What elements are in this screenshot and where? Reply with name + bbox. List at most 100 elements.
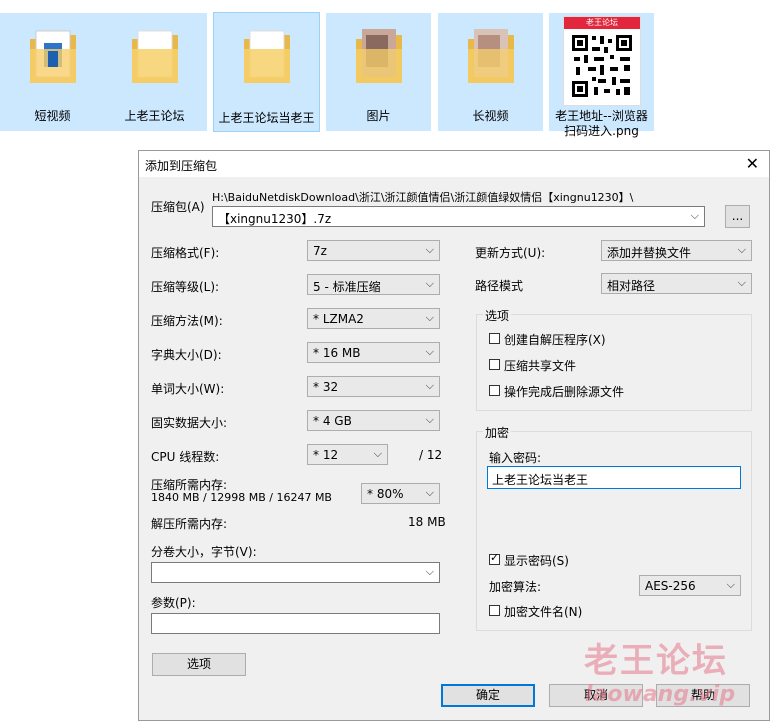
file-name: 短视频 — [34, 109, 71, 123]
solid-label: 固实数据大小: — [151, 416, 228, 430]
chevron-down-icon: ⌵ — [425, 413, 434, 426]
dict-label: 字典大小(D): — [151, 348, 222, 362]
chevron-down-icon: ⌵ — [425, 277, 434, 290]
level-select[interactable]: 5 - 标准压缩 ⌵ — [307, 274, 440, 295]
volume-label: 分卷大小，字节(V): — [151, 545, 257, 559]
qr-caption: 老王论坛 — [564, 17, 640, 29]
params-input[interactable] — [151, 613, 440, 634]
sfx-label: 创建自解压程序(X) — [504, 333, 606, 347]
encrypt-names-checkbox[interactable] — [489, 605, 500, 616]
sfx-checkbox[interactable] — [489, 333, 500, 344]
chevron-down-icon: ⌵ — [425, 243, 434, 256]
method-value: * LZMA2 — [313, 312, 364, 326]
solid-value: * 4 GB — [313, 414, 352, 428]
format-label: 压缩格式(F): — [151, 246, 220, 260]
archive-name-value: 【xingnu1230】.7z — [218, 212, 332, 226]
delete-after-checkbox[interactable] — [489, 385, 500, 396]
folder-photo-icon — [468, 29, 514, 83]
file-item[interactable]: 老王论坛 老王地址--浏览器扫码进入.png — [549, 13, 654, 138]
enc-method-select[interactable]: AES-256 ⌵ — [639, 575, 741, 596]
level-value: 5 - 标准压缩 — [313, 280, 381, 294]
mem-decompress-label: 解压所需内存: — [151, 517, 228, 531]
cpu-label: CPU 线程数: — [151, 450, 220, 464]
params-label: 参数(P): — [151, 596, 196, 610]
chevron-down-icon: ⌵ — [373, 447, 382, 460]
chevron-down-icon: ⌵ — [726, 578, 735, 591]
file-item-selected[interactable]: 上老王论坛当老王 — [213, 12, 320, 132]
ok-button[interactable]: 确定 — [441, 684, 535, 707]
shared-checkbox[interactable] — [489, 359, 500, 370]
folder-icon — [244, 30, 290, 83]
file-name: 图片 — [366, 109, 391, 123]
file-item[interactable]: 短视频 — [0, 13, 105, 131]
file-name: 上老王论坛当老王 — [218, 111, 315, 125]
volume-combobox[interactable]: ⌵ — [151, 562, 440, 583]
encrypt-names-label: 加密文件名(N) — [504, 605, 583, 619]
options-group: 选项 创建自解压程序(X) 压缩共享文件 操作完成后删除源文件 — [476, 307, 752, 411]
archive-name-combobox[interactable]: 【xingnu1230】.7z ⌵ — [212, 206, 705, 227]
mem-compress-value: 1840 MB / 12998 MB / 16247 MB — [151, 491, 332, 504]
update-label: 更新方式(U): — [475, 246, 546, 260]
encryption-group-title: 加密 — [483, 424, 512, 441]
qr-code-icon — [570, 33, 634, 99]
path-mode-label: 路径模式 — [475, 279, 524, 293]
chevron-down-icon: ⌵ — [425, 486, 434, 499]
dict-value: * 16 MB — [313, 346, 361, 360]
cpu-value: * 12 — [313, 448, 339, 462]
level-label: 压缩等级(L): — [151, 280, 220, 294]
chevron-down-icon: ⌵ — [737, 243, 746, 256]
dict-select[interactable]: * 16 MB ⌵ — [307, 342, 440, 363]
path-mode-value: 相对路径 — [607, 279, 656, 293]
delete-after-label: 操作完成后删除源文件 — [504, 385, 625, 399]
qr-code-image: 老王论坛 — [563, 16, 641, 106]
chevron-down-icon: ⌵ — [425, 379, 434, 392]
close-icon[interactable]: ✕ — [746, 154, 759, 173]
password-label: 输入密码: — [489, 451, 542, 465]
update-value: 添加并替换文件 — [607, 246, 692, 260]
word-label: 单词大小(W): — [151, 382, 225, 396]
file-name: 上老王论坛 — [124, 109, 185, 123]
mem-decompress-value: 18 MB — [408, 515, 446, 529]
watermark-url: laowang.vip — [585, 682, 736, 707]
browse-button[interactable]: ... — [725, 205, 750, 228]
file-item[interactable]: 上老王论坛 — [102, 13, 207, 131]
method-select[interactable]: * LZMA2 ⌵ — [307, 308, 440, 329]
archive-label: 压缩包(A) — [151, 200, 205, 214]
options-group-title: 选项 — [483, 307, 512, 324]
password-input[interactable]: 上老王论坛当老王 — [487, 466, 741, 489]
chevron-down-icon: ⌵ — [425, 565, 434, 578]
dialog-title: 添加到压缩包 — [145, 159, 218, 173]
enc-method-value: AES-256 — [645, 579, 696, 593]
word-select[interactable]: * 32 ⌵ — [307, 376, 440, 397]
chevron-down-icon: ⌵ — [425, 311, 434, 324]
file-item[interactable]: 图片 — [326, 13, 431, 131]
cpu-total: / 12 — [419, 448, 443, 462]
file-name: 长视频 — [472, 109, 509, 123]
chevron-down-icon: ⌵ — [737, 276, 746, 289]
watermark-logo: 老王论坛 — [584, 641, 728, 681]
chevron-down-icon: ⌵ — [425, 345, 434, 358]
password-value: 上老王论坛当老王 — [492, 473, 589, 487]
file-name: 老王地址--浏览器扫码进入.png — [555, 109, 648, 138]
cpu-select[interactable]: * 12 ⌵ — [307, 444, 388, 465]
folder-video-icon — [30, 30, 76, 83]
enc-method-label: 加密算法: — [489, 580, 542, 594]
show-password-checkbox[interactable]: ✓ — [489, 551, 500, 565]
folder-icon — [132, 30, 178, 83]
encryption-group: 加密 输入密码: 上老王论坛当老王 ✓ 显示密码(S) 加密算法: AES-25… — [476, 424, 752, 631]
options-button[interactable]: 选项 — [152, 653, 246, 676]
folder-photo-icon — [356, 29, 402, 83]
format-select[interactable]: 7z ⌵ — [307, 240, 440, 261]
shared-label: 压缩共享文件 — [504, 359, 577, 373]
show-password-label: 显示密码(S) — [504, 554, 569, 568]
chevron-down-icon: ⌵ — [690, 209, 699, 222]
update-select[interactable]: 添加并替换文件 ⌵ — [601, 240, 752, 261]
format-value: 7z — [313, 244, 327, 258]
mem-percent-select[interactable]: * 80% ⌵ — [361, 483, 440, 504]
solid-select[interactable]: * 4 GB ⌵ — [307, 410, 440, 431]
method-label: 压缩方法(M): — [151, 314, 223, 328]
file-item[interactable]: 长视频 — [438, 13, 543, 131]
archive-path: H:\BaiduNetdiskDownload\浙江\浙江颜值情侣\浙江颜值绿奴… — [212, 191, 634, 204]
word-value: * 32 — [313, 380, 339, 394]
path-mode-select[interactable]: 相对路径 ⌵ — [601, 273, 752, 294]
